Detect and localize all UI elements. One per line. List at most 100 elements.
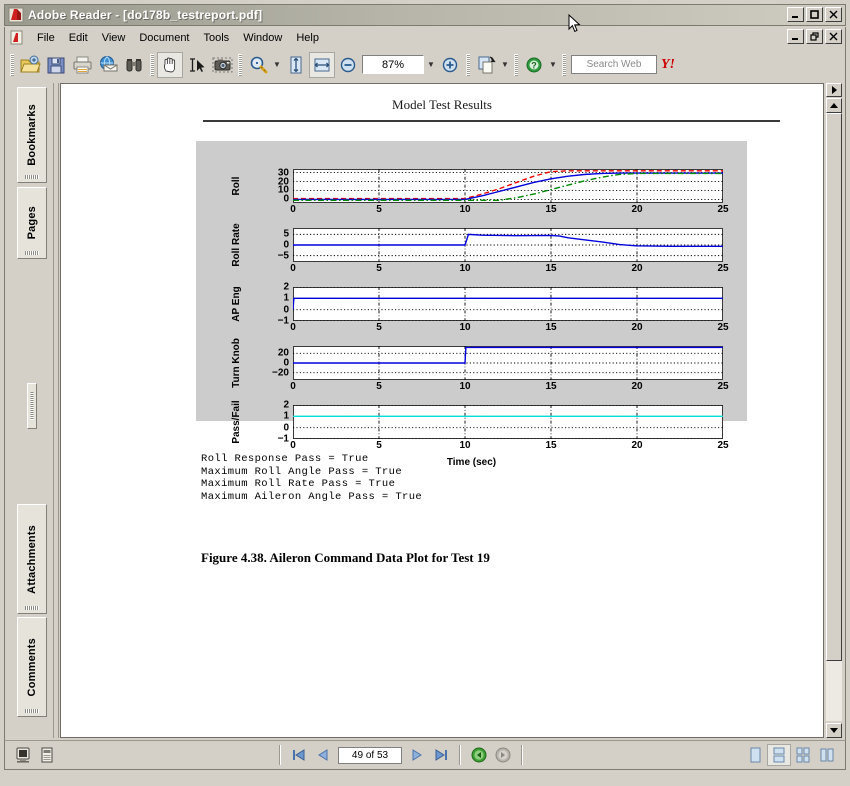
page-number-input[interactable]: 49 of 53	[338, 747, 402, 764]
menu-item-tools[interactable]: Tools	[197, 30, 237, 46]
x-tick-label: 20	[631, 381, 642, 392]
page-rotate-caret-icon[interactable]: ▼	[499, 52, 511, 78]
status-separator	[521, 745, 523, 765]
next-page-icon[interactable]	[405, 744, 429, 766]
first-page-icon[interactable]	[287, 744, 311, 766]
save-disk-icon[interactable]	[43, 52, 69, 78]
x-tick-label: 15	[545, 322, 556, 333]
y-tick-label: 30	[263, 167, 289, 178]
single-page-icon[interactable]	[743, 744, 767, 766]
nav-tab-bookmarks[interactable]: Bookmarks	[17, 87, 47, 183]
series-turn-knob-command	[293, 347, 723, 363]
text-select-icon[interactable]	[183, 52, 209, 78]
nav-tab-grip-icon	[25, 175, 39, 179]
go-forward-icon[interactable]	[491, 744, 515, 766]
window-controls	[787, 7, 842, 22]
menu-bar: File Edit View Document Tools Window Hel…	[4, 27, 846, 48]
nav-tab-bookmarks-label: Bookmarks	[26, 104, 38, 166]
rail-splitter-grip[interactable]	[27, 383, 37, 429]
menu-item-view[interactable]: View	[95, 30, 133, 46]
scroll-track[interactable]	[826, 113, 842, 721]
scroll-thumb[interactable]	[826, 113, 842, 661]
menu-item-help[interactable]: Help	[289, 30, 326, 46]
document-restore-button[interactable]	[806, 29, 823, 44]
previous-page-icon[interactable]	[311, 744, 335, 766]
snapshot-camera-icon[interactable]	[209, 52, 235, 78]
zoom-dropdown-caret-icon[interactable]: ▼	[271, 52, 283, 78]
single-page-view-icon[interactable]	[11, 744, 35, 766]
binoculars-search-icon[interactable]	[121, 52, 147, 78]
scroll-down-button[interactable]	[826, 723, 842, 738]
minimize-button[interactable]	[787, 7, 804, 22]
printer-icon[interactable]	[69, 52, 95, 78]
zoom-level-input[interactable]: 87%	[362, 55, 424, 74]
y-tick-label: −5	[263, 250, 289, 261]
maximize-button[interactable]	[806, 7, 823, 22]
series-roll-rate-actual	[293, 234, 723, 246]
menu-item-edit[interactable]: Edit	[62, 30, 95, 46]
toolbar-grip-page[interactable]	[466, 54, 470, 76]
menu-item-file[interactable]: File	[30, 30, 62, 46]
vertical-scrollbar[interactable]	[826, 83, 843, 738]
svg-text:?: ?	[531, 60, 537, 70]
subplot-turn-knob: −20020Turn Knob0510152025	[293, 346, 723, 380]
document-window-controls	[787, 29, 842, 44]
page-layout-icon[interactable]	[35, 744, 59, 766]
navigation-rail: Bookmarks Pages Attachments Comments	[13, 83, 51, 738]
window-title: Adobe Reader - [do178b_testreport.pdf]	[28, 8, 262, 22]
fit-page-icon[interactable]	[283, 52, 309, 78]
continuous-page-icon[interactable]	[767, 744, 791, 766]
fit-width-icon[interactable]	[309, 52, 335, 78]
x-tick-label: 5	[376, 263, 382, 274]
series-roll-command-lower-limit	[293, 173, 723, 200]
close-button[interactable]	[825, 7, 842, 22]
x-tick-label: 20	[631, 322, 642, 333]
x-tick-label: 5	[376, 381, 382, 392]
nav-tab-grip-icon	[25, 709, 39, 713]
email-globe-icon[interactable]	[95, 52, 121, 78]
help-question-icon[interactable]: ?	[521, 52, 547, 78]
zoom-out-minus-icon[interactable]	[335, 52, 361, 78]
document-minimize-button[interactable]	[787, 29, 804, 44]
continuous-facing-icon[interactable]	[815, 744, 839, 766]
status-separator	[459, 745, 461, 765]
search-web-input[interactable]: Search Web	[571, 55, 657, 74]
x-tick-label: 0	[290, 204, 296, 215]
toolbar-grip-zoom[interactable]	[238, 54, 242, 76]
document-close-button[interactable]	[825, 29, 842, 44]
page-rotate-icon[interactable]	[473, 52, 499, 78]
scroll-up-button[interactable]	[826, 98, 842, 113]
last-page-icon[interactable]	[429, 744, 453, 766]
nav-tab-pages[interactable]: Pages	[17, 187, 47, 259]
x-tick-label: 20	[631, 204, 642, 215]
yahoo-logo-icon[interactable]: Y!	[661, 57, 675, 73]
figure-caption: Figure 4.38. Aileron Command Data Plot f…	[201, 550, 490, 566]
open-folder-icon[interactable]	[17, 52, 43, 78]
toolbar-grip-select[interactable]	[150, 54, 154, 76]
zoom-level-caret-icon[interactable]: ▼	[425, 52, 437, 78]
panel-splitter[interactable]	[53, 83, 59, 738]
x-tick-label: 10	[459, 322, 470, 333]
toolbar-grip[interactable]	[10, 54, 14, 76]
adobe-reader-window: Adobe Reader - [do178b_testreport.pdf] F…	[0, 0, 850, 786]
zoom-magnifier-icon[interactable]	[245, 52, 271, 78]
toolbar-grip-search[interactable]	[562, 54, 566, 76]
y-tick-label: 0	[263, 358, 289, 369]
help-caret-icon[interactable]: ▼	[547, 52, 559, 78]
facing-grid-icon[interactable]	[791, 744, 815, 766]
nav-tab-attachments[interactable]: Attachments	[17, 504, 47, 614]
page-viewport[interactable]: Model Test Results 0102030Roll0510152025…	[60, 83, 824, 738]
plot-canvas	[293, 287, 723, 321]
x-tick-label: 20	[631, 440, 642, 451]
status-bar: 49 of 53	[4, 740, 846, 770]
zoom-in-plus-icon[interactable]	[437, 52, 463, 78]
hand-tool-icon[interactable]	[157, 52, 183, 78]
menu-item-document[interactable]: Document	[132, 30, 196, 46]
nav-tab-comments[interactable]: Comments	[17, 617, 47, 717]
series-autopilot-engaged	[293, 298, 723, 309]
go-back-icon[interactable]	[467, 744, 491, 766]
menu-item-window[interactable]: Window	[236, 30, 289, 46]
scroll-split-button[interactable]	[826, 83, 842, 97]
toolbar-grip-help[interactable]	[514, 54, 518, 76]
plot-canvas	[293, 346, 723, 380]
